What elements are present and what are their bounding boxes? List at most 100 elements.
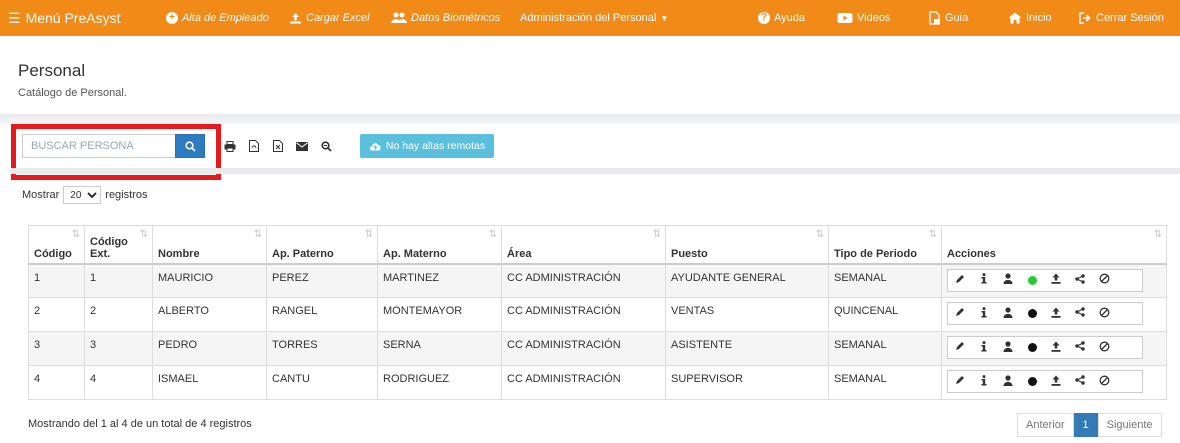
edit-button[interactable] [948,371,972,392]
col-header-tipo-periodo[interactable]: ⇅ Tipo de Periodo [828,225,942,265]
table-row[interactable]: 3 3 PEDRO TORRES SERNA CC ADMINISTRACIÓN ASIST… [28,331,1167,366]
info-icon [980,340,988,355]
profile-button[interactable] [996,270,1020,291]
cell-acciones [941,365,1167,400]
status-toggle-button[interactable] [1020,371,1044,392]
cell-periodo: SEMANAL [828,365,942,400]
disable-button[interactable] [1092,303,1116,324]
edit-button[interactable] [948,303,972,324]
col-header-codigo-ext[interactable]: ⇅ Código Ext. [84,225,153,265]
nav-cerrar-sesion[interactable]: Cerrar Sesión [1079,0,1164,36]
status-toggle-button[interactable] [1020,337,1044,358]
print-button[interactable] [220,134,240,158]
nav-inicio[interactable]: Inicio [1008,0,1052,36]
print-icon [224,140,236,152]
email-button[interactable] [292,134,312,158]
col-header-ap-materno[interactable]: ⇅ Ap. Materno [377,225,502,265]
menu-toggle[interactable]: ☰ Menú PreAsyst [0,10,150,27]
table-row[interactable]: 2 2 ALBERTO RANGEL MONTEMAYOR CC ADMINISTRACI… [28,297,1167,332]
share-button[interactable] [1068,303,1092,324]
table-row[interactable]: 4 4 ISMAEL CANTU RODRIGUEZ CC ADMINISTRACIÓN S… [28,365,1167,400]
remote-signups-button[interactable]: No hay altas remotas [360,134,494,158]
nav-videos[interactable]: Videos [837,0,890,36]
profile-button[interactable] [996,371,1020,392]
status-toggle-button[interactable] [1020,270,1044,291]
info-button[interactable] [972,270,996,291]
sign-out-icon [1079,12,1092,24]
col-header-codigo[interactable]: ⇅ Código [28,225,85,265]
cell-puesto: AYUDANTE GENERAL [665,263,829,298]
share-button[interactable] [1068,371,1092,392]
nav-datos-biometricos[interactable]: Datos Biométricos [391,0,500,36]
share-button[interactable] [1068,270,1092,291]
cell-ext: 3 [84,331,153,366]
upload-document-button[interactable] [1044,371,1068,392]
cell-paterno: TORRES [266,331,378,366]
col-header-area[interactable]: ⇅ Área [501,225,666,265]
share-icon [1075,273,1085,287]
ban-icon [1099,307,1110,321]
question-circle-icon: ? [758,12,770,24]
cell-puesto: SUPERVISOR [665,365,829,400]
nav-cargar-excel[interactable]: Cargar Excel [289,0,370,36]
share-button[interactable] [1068,337,1092,358]
upload-document-button[interactable] [1044,270,1068,291]
pagination: Anterior 1 Siguiente [1017,413,1162,437]
nav-alta-empleado[interactable]: + Alta de Empleado [166,0,269,36]
edit-button[interactable] [948,270,972,291]
excel-export-button[interactable] [268,134,288,158]
col-header-nombre[interactable]: ⇅ Nombre [152,225,267,265]
sort-icon: ⇅ [364,229,373,240]
disable-button[interactable] [1092,270,1116,291]
pdf-export-button[interactable] [244,134,264,158]
col-header-acciones[interactable]: ⇅ Acciones [941,225,1167,265]
user-icon [1003,273,1013,287]
edit-button[interactable] [948,337,972,358]
home-icon [1008,12,1022,24]
next-page-button[interactable]: Siguiente [1097,413,1162,437]
sort-icon: ⇅ [488,229,497,240]
upload-document-button[interactable] [1044,337,1068,358]
cell-ext: 4 [84,365,153,400]
prev-page-button[interactable]: Anterior [1017,413,1074,437]
cell-paterno: CANTU [266,365,378,400]
cell-periodo: QUINCENAL [828,297,942,332]
cell-acciones [941,263,1167,298]
info-button[interactable] [972,371,996,392]
cell-area: CC ADMINISTRACIÓN [501,331,666,366]
upload-icon [1051,307,1061,321]
disable-button[interactable] [1092,337,1116,358]
col-header-ap-paterno[interactable]: ⇅ Ap. Paterno [266,225,378,265]
cell-materno: SERNA [377,331,502,366]
status-toggle-button[interactable] [1020,303,1044,324]
file-pdf-icon [249,140,259,152]
profile-button[interactable] [996,337,1020,358]
users-icon [391,12,407,24]
profile-button[interactable] [996,303,1020,324]
info-button[interactable] [972,337,996,358]
toolbar-divider [10,168,1180,174]
cell-codigo: 4 [28,365,85,400]
cell-materno: RODRIGUEZ [377,365,502,400]
info-button[interactable] [972,303,996,324]
upload-document-button[interactable] [1044,303,1068,324]
cell-ext: 2 [84,297,153,332]
cell-nombre: ALBERTO [152,297,267,332]
cell-paterno: RANGEL [266,297,378,332]
page-1-button[interactable]: 1 [1073,413,1098,437]
cell-ext: 1 [84,263,153,298]
cell-periodo: SEMANAL [828,263,942,298]
file-guide-icon [929,11,941,25]
length-prefix: Mostrar [22,189,60,201]
col-header-puesto[interactable]: ⇅ Puesto [665,225,829,265]
cell-nombre: ISMAEL [152,365,267,400]
disable-button[interactable] [1092,371,1116,392]
nav-administracion-personal[interactable]: Administración del Personal ▼ [520,0,668,36]
zoom-button[interactable] [316,134,336,158]
nav-guia[interactable]: Guia [929,0,968,36]
share-icon [1075,341,1085,354]
nav-ayuda[interactable]: ? Ayuda [758,0,805,36]
page-length-select[interactable]: 20 [63,186,102,204]
table-row[interactable]: 1 1 MAURICIO PEREZ MARTINEZ CC ADMINISTRACIÓN… [28,263,1167,298]
ban-icon [1099,375,1110,389]
